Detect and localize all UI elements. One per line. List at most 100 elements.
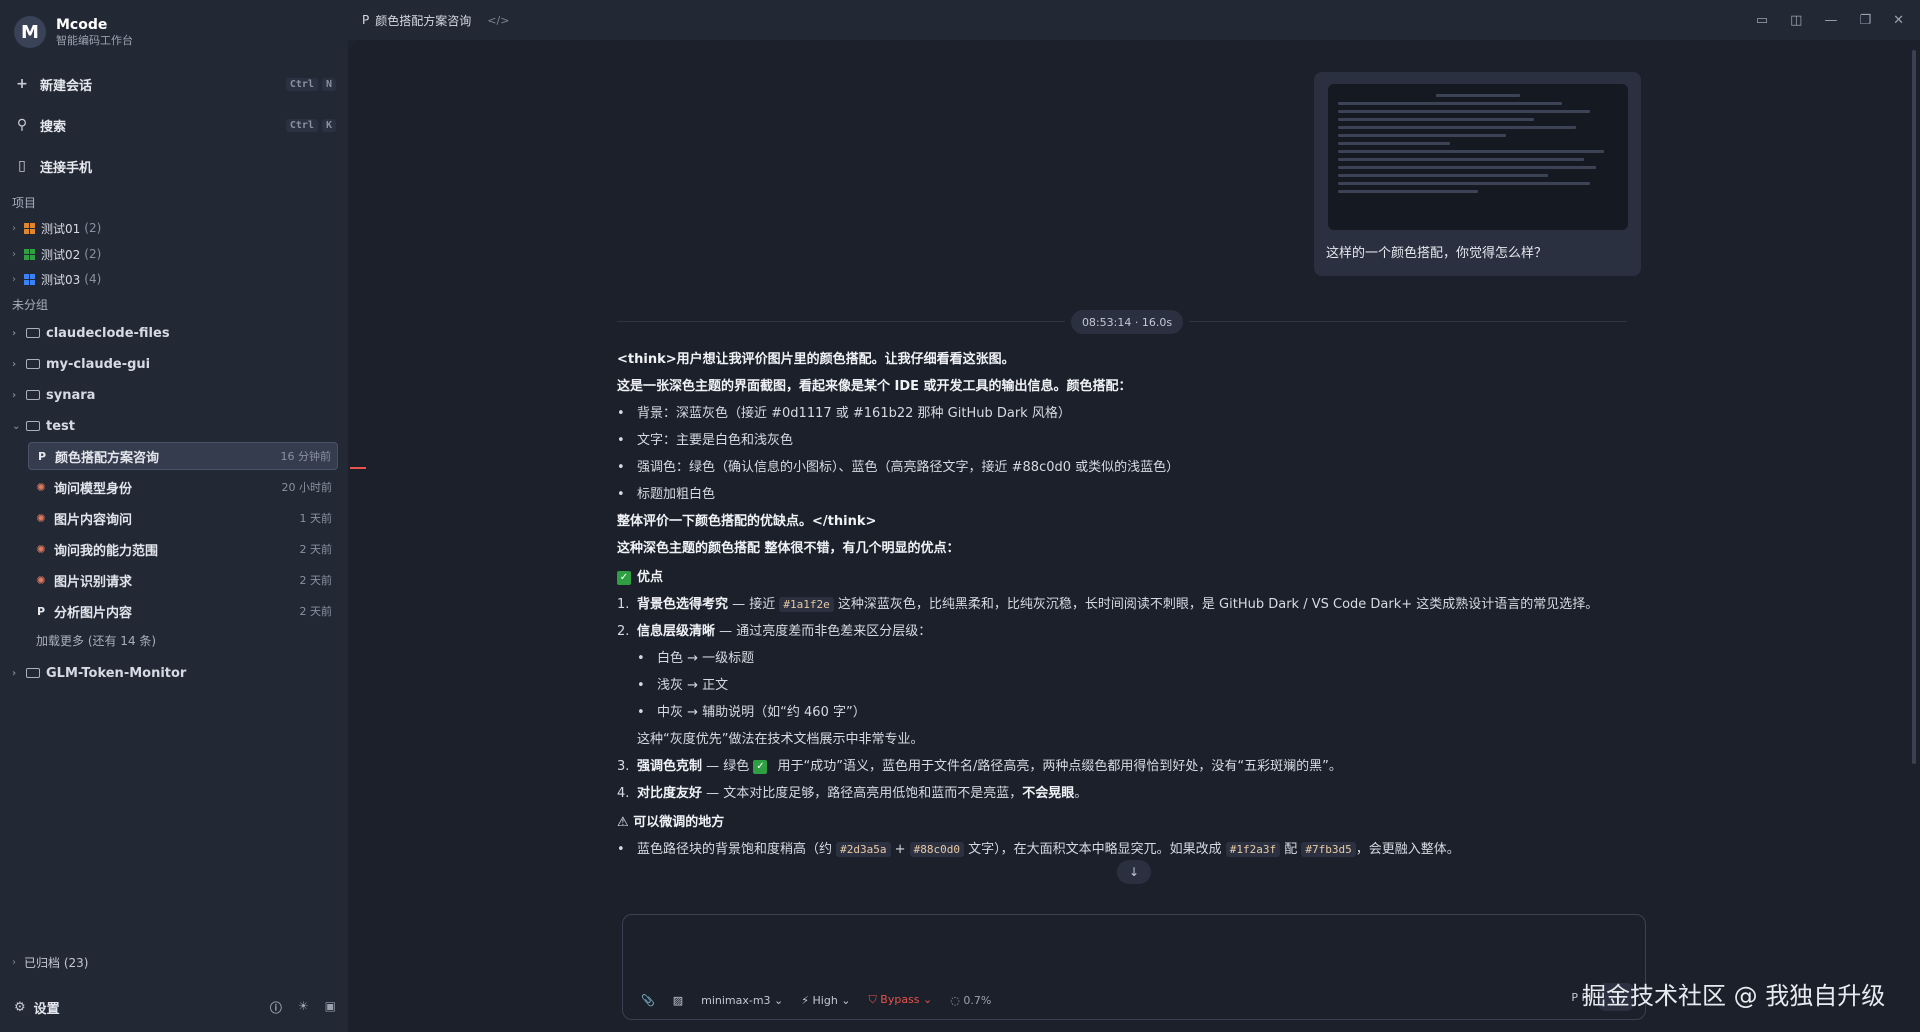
session-item[interactable]: P 颜色搭配方案咨询 16 分钟前 [28, 442, 338, 470]
session-title: 询问模型身份 [54, 481, 133, 497]
list-item: 强调色：绿色（确认信息的小图标）、蓝色（高亮路径文字，接近 #88c0d0 或类… [637, 460, 1180, 475]
think-open: <think>用户想让我评价图片里的颜色搭配。让我仔细看看这张图。 [617, 352, 1015, 367]
tab-current[interactable]: P 颜色搭配方案咨询 </> [362, 12, 509, 29]
search-button[interactable]: ⚲ 搜索 Ctrl K [14, 111, 336, 139]
folder-name: my-claude-gui [46, 356, 151, 372]
context-usage: ◌ 0.7% [950, 993, 992, 1007]
theme-toggle-icon[interactable]: ☀ [298, 999, 309, 1016]
session-time: 2 天前 [299, 605, 333, 618]
list-item: 4. 对比度友好 — 文本对比度足够，路径高亮用低饱和蓝而不是亮蓝，不会晃眼。 [617, 786, 1088, 801]
list-item: 浅灰 → 正文 [657, 678, 729, 693]
load-more-link[interactable]: 加载更多 (还有 14 条) [36, 632, 156, 649]
project-item[interactable]: › 测试01 (2) [12, 216, 338, 240]
settings-button[interactable]: 设置 [34, 998, 60, 1017]
session-item[interactable]: P 分析图片内容 2 天前 [28, 597, 338, 625]
folder-name: claudeclode-files [46, 325, 170, 341]
folder-item[interactable]: › my-claude-gui [12, 352, 338, 376]
folder-item[interactable]: › GLM-Token-Monitor [12, 661, 338, 685]
message-composer[interactable]: 📎 ▨ minimax-m3 ⌄ ⚡ High ⌄ ⛉ Bypass ⌄ ◌ 0… [622, 914, 1646, 1020]
folder-name: synara [46, 387, 96, 403]
project-item[interactable]: › 测试02 (2) [12, 242, 338, 266]
window-controls: ▭ ◫ — ❐ ✕ [1756, 13, 1904, 28]
model-select[interactable]: minimax-m3 ⌄ [701, 994, 783, 1007]
archived-item[interactable]: › 已归档 (23) [12, 954, 88, 971]
image-icon[interactable]: ▨ [673, 994, 683, 1007]
code-icon[interactable]: </> [487, 14, 509, 27]
effort-select[interactable]: ⚡ High ⌄ [801, 994, 850, 1007]
summary: 这种深色主题的颜色搭配 整体很不错，有几个明显的优点： [617, 541, 960, 556]
gear-icon[interactable]: ⚙ [14, 1000, 26, 1015]
archived-label: 已归档 (23) [24, 956, 89, 970]
project-color-icon [24, 222, 35, 234]
list-item: 2. 信息层级清晰 — 通过亮度差而非色差来区分层级： [617, 624, 932, 639]
claude-icon: ✺ [36, 573, 46, 587]
chevron-right-icon: › [12, 327, 17, 339]
composer-toolbar: 📎 ▨ minimax-m3 ⌄ ⚡ High ⌄ ⛉ Bypass ⌄ ◌ 0… [641, 993, 991, 1007]
list-item: • 蓝色路径块的背景饱和度稍高（约 #2d3a5a + #88c0d0 文字），在… [617, 842, 1460, 857]
folder-item[interactable]: ⌄ test [12, 414, 338, 438]
list-item: 背景：深蓝灰色（接近 #0d1117 或 #161b22 那种 GitHub D… [637, 406, 1071, 421]
watermark: 掘金技术社区 @ 我独自升级 [1582, 982, 1886, 1010]
scroll-down-button[interactable]: ↓ [1117, 860, 1151, 884]
assistant-message: <think>用户想让我评价图片里的颜色搭配。让我仔细看看这张图。 这是一张深色… [617, 346, 1627, 863]
info-icon[interactable]: ⓘ [270, 999, 282, 1016]
session-item[interactable]: ✺ 询问模型身份 20 小时前 [28, 473, 338, 501]
project-name: 测试01 [41, 221, 81, 236]
settings-row: ⚙ 设置 ⓘ ☀ ▣ [14, 998, 336, 1017]
session-item[interactable]: ✺ 询问我的能力范围 2 天前 [28, 535, 338, 563]
chevron-down-icon: ⌄ [12, 420, 21, 432]
connect-phone-label: 连接手机 [40, 160, 93, 176]
chevron-right-icon: › [12, 667, 17, 679]
list-item: 1. 背景色选得考究 — 接近 #1a1f2e 这种深蓝灰色，比纯黑柔和，比纯灰沉… [617, 597, 1599, 612]
chevron-right-icon: › [12, 273, 16, 285]
session-title: 分析图片内容 [54, 605, 133, 621]
gray-note: 这种“灰度优先”做法在技术文档展示中非常专业。 [637, 732, 924, 747]
permission-mode-select[interactable]: ⛉ Bypass ⌄ [869, 993, 933, 1007]
chevron-right-icon: › [12, 222, 16, 234]
session-time: 20 小时前 [281, 481, 333, 494]
project-color-icon [24, 273, 35, 285]
terminal-icon[interactable]: ▭ [1756, 13, 1768, 28]
project-item[interactable]: › 测试03 (4) [12, 267, 338, 291]
pi-icon: P [36, 604, 46, 618]
folder-icon [26, 328, 40, 338]
pi-icon: P [37, 449, 47, 463]
title-bar: P 颜色搭配方案咨询 </> ▭ ◫ — ❐ ✕ [348, 0, 1920, 40]
chevron-right-icon: › [12, 957, 16, 968]
attach-icon[interactable]: 📎 [641, 994, 655, 1007]
response-timestamp: 08:53:14 · 16.0s [1071, 310, 1183, 334]
arrow-down-icon: ↓ [1128, 865, 1140, 879]
session-item[interactable]: ✺ 图片识别请求 2 天前 [28, 566, 338, 594]
search-icon: ⚲ [16, 117, 28, 133]
project-count: (2) [84, 221, 102, 235]
resize-indicator [350, 467, 366, 469]
project-name: 测试03 [41, 272, 81, 287]
session-title: 图片内容询问 [54, 512, 133, 528]
search-label: 搜索 [40, 119, 67, 135]
projects-label: 项目 [12, 196, 37, 210]
think-close: 整体评价一下颜色搭配的优缺点。</think> [617, 514, 877, 529]
user-message-text: 这样的一个颜色搭配，你觉得怎么样？ [1326, 246, 1548, 261]
pros-heading: ✓ 优点 [617, 564, 1627, 591]
session-time: 2 天前 [299, 543, 333, 556]
plus-icon: + [16, 76, 28, 92]
brand: M Mcode 智能编码工作台 [14, 16, 133, 48]
folder-item[interactable]: › claudeclode-files [12, 321, 338, 345]
folder-icon [26, 421, 40, 431]
folder-name: test [46, 418, 75, 434]
panel-icon[interactable]: ◫ [1790, 13, 1802, 28]
app-logo: M [14, 16, 46, 48]
new-chat-shortcut: Ctrl N [285, 77, 336, 91]
chevron-right-icon: › [12, 358, 17, 370]
scrollbar[interactable] [1912, 50, 1916, 764]
new-chat-button[interactable]: + 新建会话 Ctrl N [14, 70, 336, 98]
session-item[interactable]: ✺ 图片内容询问 1 天前 [28, 504, 338, 532]
connect-phone-button[interactable]: ▯ 连接手机 [14, 152, 336, 180]
minimize-icon[interactable]: — [1824, 13, 1837, 28]
close-icon[interactable]: ✕ [1893, 13, 1904, 28]
restore-icon[interactable]: ❐ [1859, 13, 1871, 28]
folder-item[interactable]: › synara [12, 383, 338, 407]
warning-icon: ⚠ [617, 815, 634, 830]
sidebar-toggle-icon[interactable]: ▣ [325, 999, 336, 1016]
attached-image[interactable] [1328, 84, 1628, 230]
